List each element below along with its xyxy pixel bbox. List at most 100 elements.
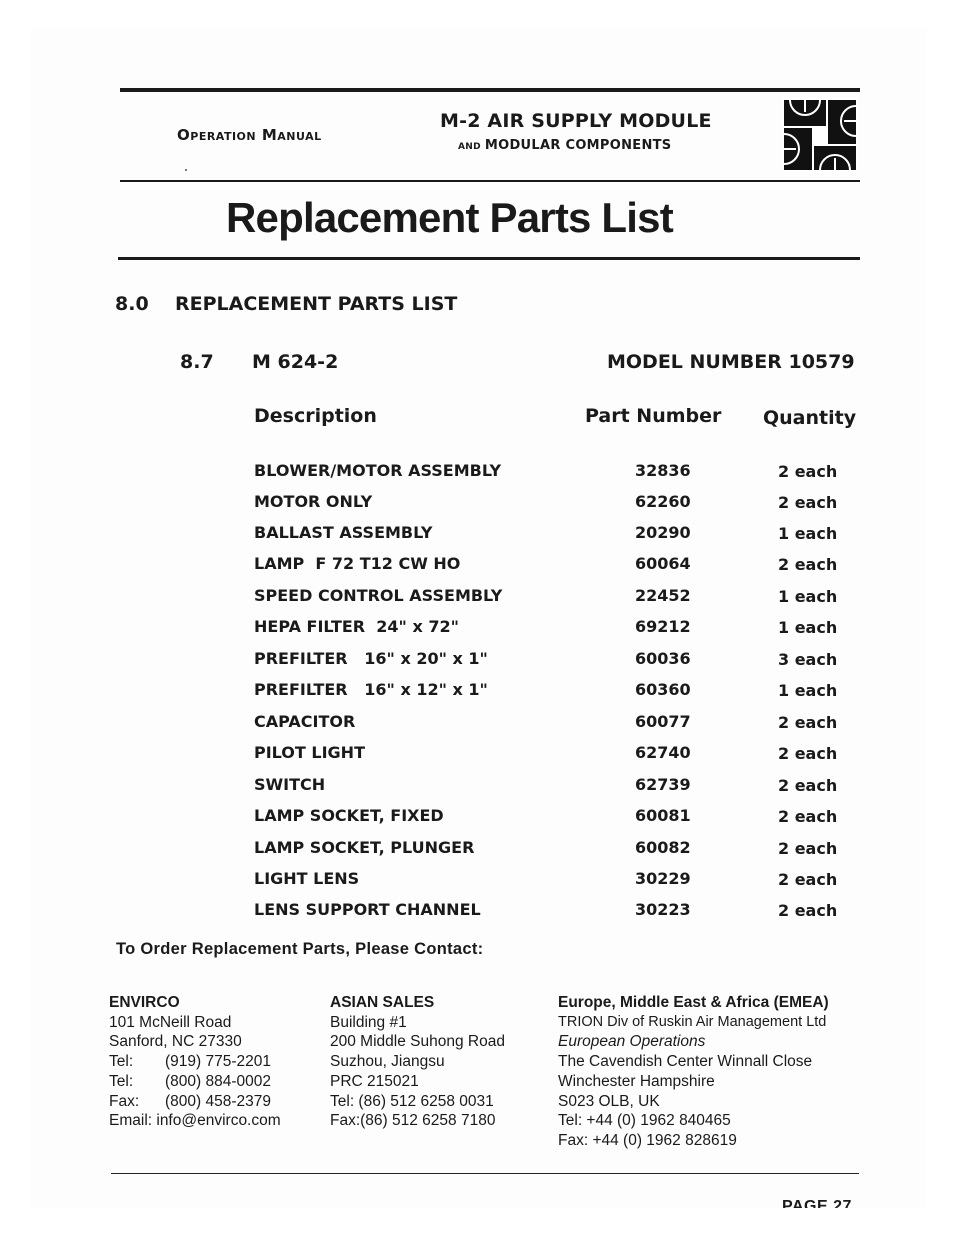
part-description: LAMP SOCKET, FIXED — [254, 806, 444, 825]
part-quantity: 2 each — [778, 462, 838, 481]
part-description: LENS SUPPORT CHANNEL — [254, 900, 481, 919]
contact-division: European Operations — [558, 1033, 706, 1051]
table-row: SWITCH 62739 2 each — [30, 775, 926, 806]
table-row: SPEED CONTROL ASSEMBLY 22452 1 each — [30, 586, 926, 617]
contact-line: Suzhou, Jiangsu — [330, 1053, 445, 1071]
part-quantity: 2 each — [778, 713, 838, 732]
table-row: PREFILTER 16" x 20" x 1" 60036 3 each — [30, 649, 926, 680]
scan-speck — [185, 169, 187, 171]
part-description: BALLAST ASSEMBLY — [254, 523, 433, 542]
part-number: 30223 — [635, 900, 691, 919]
part-description: LIGHT LENS — [254, 869, 360, 888]
fax-number: (800) 458-2379 — [165, 1092, 271, 1110]
contact-phone-line: Tel: (919) 775-2201 — [109, 1052, 281, 1072]
part-quantity: 2 each — [778, 555, 838, 574]
product-title: M-2 AIR SUPPLY MODULE — [440, 110, 712, 132]
part-quantity: 2 each — [778, 901, 838, 920]
title-rule — [118, 257, 860, 260]
part-quantity: 2 each — [778, 744, 838, 763]
contact-asian-sales: ASIAN SALES Building #1 200 Middle Suhon… — [330, 993, 505, 1131]
part-quantity: 2 each — [778, 807, 838, 826]
contact-line: Fax:(86) 512 6258 7180 — [330, 1112, 496, 1130]
phone-label: Tel: — [109, 1072, 134, 1090]
part-description: PILOT LIGHT — [254, 743, 365, 762]
part-quantity: 1 each — [778, 618, 838, 637]
part-quantity: 2 each — [778, 776, 838, 795]
contact-line: Fax: +44 (0) 1962 828619 — [558, 1131, 737, 1149]
company-logo-icon — [782, 98, 858, 172]
page-title: Replacement Parts List — [226, 194, 674, 241]
page-number: PAGE 27 — [782, 1198, 852, 1208]
contact-line: Tel: +44 (0) 1962 840465 — [558, 1112, 731, 1130]
section-title: REPLACEMENT PARTS LIST — [175, 293, 458, 315]
phone-number: (800) 884-0002 — [165, 1072, 271, 1090]
part-number: 30229 — [635, 869, 691, 888]
table-row: LAMP SOCKET, PLUNGER 60082 2 each — [30, 838, 926, 869]
contact-line: PRC 215021 — [330, 1072, 419, 1090]
part-number: 62260 — [635, 492, 691, 511]
contact-address-line: Sanford, NC 27330 — [109, 1033, 242, 1051]
header-bottom-rule — [120, 180, 860, 182]
part-quantity: 1 each — [778, 524, 838, 543]
part-description: SWITCH — [254, 775, 326, 794]
order-heading: To Order Replacement Parts, Please Conta… — [116, 940, 484, 958]
contact-emea: Europe, Middle East & Africa (EMEA) TRIO… — [558, 993, 829, 1151]
part-description: BLOWER/MOTOR ASSEMBLY — [254, 461, 502, 480]
part-quantity: 1 each — [778, 681, 838, 700]
part-quantity: 2 each — [778, 839, 838, 858]
part-number: 62739 — [635, 775, 691, 794]
contact-company: TRION Div of Ruskin Air Management Ltd — [558, 1013, 827, 1030]
subsection-title: M 624-2 — [252, 351, 339, 373]
product-subtitle: AND MODULAR COMPONENTS — [458, 138, 671, 153]
product-subtitle-text: MODULAR COMPONENTS — [484, 138, 672, 153]
section-number: 8.0 — [115, 293, 149, 315]
part-number: 69212 — [635, 617, 691, 636]
part-number: 60082 — [635, 838, 691, 857]
part-description: PREFILTER 16" x 12" x 1" — [254, 680, 488, 699]
part-description: SPEED CONTROL ASSEMBLY — [254, 586, 503, 605]
contact-email: Email: info@envirco.com — [109, 1112, 281, 1130]
table-row: LAMP F 72 T12 CW HO 60064 2 each — [30, 554, 926, 585]
part-description: LAMP F 72 T12 CW HO — [254, 554, 461, 573]
contact-line: Tel: (86) 512 6258 0031 — [330, 1092, 494, 1110]
part-number: 32836 — [635, 461, 691, 480]
table-row: BALLAST ASSEMBLY 20290 1 each — [30, 523, 926, 554]
table-row: BLOWER/MOTOR ASSEMBLY 32836 2 each — [30, 461, 926, 492]
part-number: 60081 — [635, 806, 691, 825]
part-description: LAMP SOCKET, PLUNGER — [254, 838, 475, 857]
part-number: 60077 — [635, 712, 691, 731]
contact-name: Europe, Middle East & Africa (EMEA) — [558, 994, 829, 1011]
contact-line: Building #1 — [330, 1013, 407, 1031]
contact-fax-line: Fax: (800) 458-2379 — [109, 1092, 281, 1112]
contact-name: ASIAN SALES — [330, 994, 435, 1011]
column-header-quantity: Quantity — [763, 407, 857, 429]
contact-envirco: ENVIRCO 101 McNeill Road Sanford, NC 273… — [109, 993, 281, 1131]
table-row: PREFILTER 16" x 12" x 1" 60360 1 each — [30, 680, 926, 711]
table-row: LENS SUPPORT CHANNEL 30223 2 each — [30, 900, 926, 931]
subsection-heading: 8.7 M 624-2 — [180, 351, 338, 373]
part-quantity: 3 each — [778, 650, 838, 669]
header-top-rule — [120, 88, 860, 92]
contact-line: 200 Middle Suhong Road — [330, 1033, 505, 1051]
table-row: HEPA FILTER 24" x 72" 69212 1 each — [30, 617, 926, 648]
footer-rule — [111, 1173, 859, 1174]
table-row: CAPACITOR 60077 2 each — [30, 712, 926, 743]
part-quantity: 2 each — [778, 493, 838, 512]
part-description: PREFILTER 16" x 20" x 1" — [254, 649, 488, 668]
part-description: CAPACITOR — [254, 712, 356, 731]
table-row: PILOT LIGHT 62740 2 each — [30, 743, 926, 774]
part-number: 62740 — [635, 743, 691, 762]
subsection-number: 8.7 — [180, 351, 214, 373]
contact-line: The Cavendish Center Winnall Close — [558, 1053, 813, 1071]
table-row: MOTOR ONLY 62260 2 each — [30, 492, 926, 523]
part-number: 20290 — [635, 523, 691, 542]
section-heading: 8.0 REPLACEMENT PARTS LIST — [115, 293, 457, 315]
phone-number: (919) 775-2201 — [165, 1053, 271, 1071]
contact-name: ENVIRCO — [109, 994, 180, 1011]
part-number: 22452 — [635, 586, 691, 605]
column-header-description: Description — [254, 405, 377, 427]
product-subtitle-prefix: AND — [458, 142, 481, 152]
phone-label: Tel: — [109, 1053, 134, 1071]
contact-address-line: 101 McNeill Road — [109, 1013, 232, 1031]
table-row: LAMP SOCKET, FIXED 60081 2 each — [30, 806, 926, 837]
